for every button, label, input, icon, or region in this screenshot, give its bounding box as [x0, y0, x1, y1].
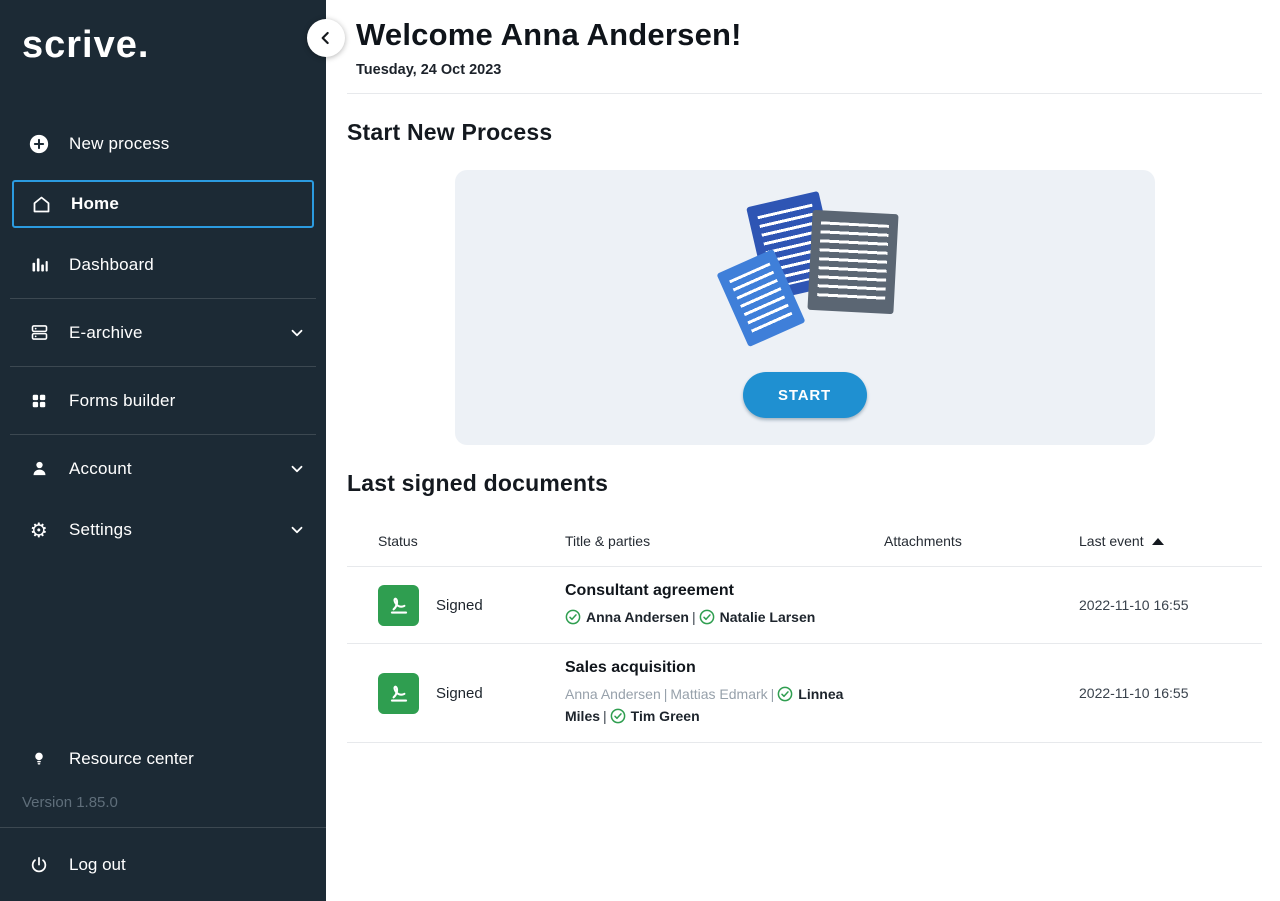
- status-cell: Signed: [378, 673, 565, 714]
- lightbulb-icon: [28, 748, 50, 770]
- last-signed-section: Last signed documents Status Title & par…: [347, 470, 1262, 743]
- column-header-last-event[interactable]: Last event: [1079, 533, 1262, 549]
- chevron-down-icon: [288, 521, 306, 539]
- sidebar-divider: [10, 298, 316, 299]
- version-label: Version 1.85.0: [0, 782, 326, 827]
- document-title: Consultant agreement: [565, 582, 884, 600]
- signed-signature-icon: [378, 585, 419, 626]
- chevron-left-icon: [316, 28, 336, 48]
- sort-ascending-icon: [1152, 538, 1164, 545]
- page-title: Welcome Anna Andersen!: [356, 17, 1262, 53]
- party-separator: |: [692, 609, 696, 625]
- sidebar-item-new-process[interactable]: New process: [0, 113, 326, 174]
- sidebar: scrive. New process Home Dashboard E: [0, 0, 326, 901]
- check-circle-icon: [777, 686, 793, 702]
- sidebar-item-dashboard[interactable]: Dashboard: [0, 234, 326, 295]
- documents-illustration: [710, 192, 900, 352]
- status-label: Signed: [436, 597, 483, 614]
- home-icon: [30, 193, 52, 215]
- title-parties-cell: Consultant agreement Anna Andersen|Natal…: [565, 582, 884, 628]
- table-row[interactable]: Signed Consultant agreement Anna Anderse…: [347, 567, 1262, 644]
- document-parties: Anna Andersen|Mattias Edmark|Linnea Mile…: [565, 683, 884, 727]
- last-event-cell: 2022-11-10 16:55: [1079, 597, 1262, 613]
- status-cell: Signed: [378, 585, 565, 626]
- power-icon: [28, 854, 50, 876]
- documents-table: Status Title & parties Attachments Last …: [347, 519, 1262, 743]
- party-unsigned: Mattias Edmark: [670, 686, 767, 702]
- check-circle-icon: [699, 609, 715, 625]
- party-separator: |: [603, 708, 607, 724]
- logout-label: Log out: [69, 855, 126, 875]
- sidebar-divider: [10, 434, 316, 435]
- logout-button[interactable]: Log out: [0, 827, 326, 901]
- plus-circle-icon: [28, 133, 50, 155]
- start-process-panel: START: [455, 170, 1155, 445]
- sidebar-item-label: Settings: [69, 520, 132, 540]
- grid-icon: [28, 390, 50, 412]
- person-icon: [28, 458, 50, 480]
- check-circle-icon: [610, 708, 626, 724]
- archive-icon: [28, 322, 50, 344]
- section-title-start: Start New Process: [347, 119, 1262, 146]
- resource-center-label: Resource center: [69, 749, 194, 769]
- chevron-down-icon: [288, 460, 306, 478]
- party-separator: |: [664, 686, 668, 702]
- sidebar-item-forms-builder[interactable]: Forms builder: [0, 370, 326, 431]
- party-signed: Natalie Larsen: [699, 609, 816, 625]
- bar-chart-icon: [28, 254, 50, 276]
- status-label: Signed: [436, 685, 483, 702]
- start-button[interactable]: START: [743, 372, 867, 418]
- column-header-attachments: Attachments: [884, 533, 1079, 549]
- sidebar-bottom: Resource center Version 1.85.0 Log out: [0, 736, 326, 901]
- sidebar-item-account[interactable]: Account: [0, 438, 326, 499]
- sidebar-item-home[interactable]: Home: [12, 180, 314, 228]
- resource-center-link[interactable]: Resource center: [0, 736, 326, 782]
- sidebar-item-label: Forms builder: [69, 391, 176, 411]
- gear-icon: ⚙: [28, 519, 50, 541]
- sidebar-item-label: E-archive: [69, 323, 143, 343]
- column-header-status: Status: [378, 533, 565, 549]
- sidebar-item-label: Dashboard: [69, 255, 154, 275]
- sidebar-divider: [10, 366, 316, 367]
- sidebar-item-label: Account: [69, 459, 132, 479]
- party-unsigned: Anna Andersen: [565, 686, 661, 702]
- title-parties-cell: Sales acquisition Anna Andersen|Mattias …: [565, 659, 884, 727]
- start-process-section: Start New Process START: [347, 119, 1262, 445]
- main-content: Welcome Anna Andersen! Tuesday, 24 Oct 2…: [326, 0, 1280, 901]
- sidebar-nav: New process Home Dashboard E-archive: [0, 113, 326, 560]
- party-signed: Tim Green: [610, 708, 700, 724]
- current-date: Tuesday, 24 Oct 2023: [356, 62, 1262, 78]
- last-event-cell: 2022-11-10 16:55: [1079, 685, 1262, 701]
- sidebar-item-label: New process: [69, 134, 169, 154]
- column-header-last-event-label: Last event: [1079, 533, 1144, 549]
- column-header-title-parties: Title & parties: [565, 533, 884, 549]
- chevron-down-icon: [288, 324, 306, 342]
- header-divider: [347, 93, 1262, 94]
- check-circle-icon: [565, 609, 581, 625]
- sidebar-item-label: Home: [71, 194, 119, 214]
- document-parties: Anna Andersen|Natalie Larsen: [565, 606, 884, 628]
- section-title-last-signed: Last signed documents: [347, 470, 1262, 497]
- party-separator: |: [771, 686, 775, 702]
- signed-signature-icon: [378, 673, 419, 714]
- scrive-logo: scrive.: [0, 0, 326, 67]
- party-signed: Anna Andersen: [565, 609, 689, 625]
- document-graphic-gray: [807, 210, 898, 314]
- document-title: Sales acquisition: [565, 659, 884, 677]
- sidebar-item-settings[interactable]: ⚙ Settings: [0, 499, 326, 560]
- table-header-row: Status Title & parties Attachments Last …: [347, 519, 1262, 567]
- collapse-sidebar-button[interactable]: [307, 19, 345, 57]
- table-row[interactable]: Signed Sales acquisition Anna Andersen|M…: [347, 644, 1262, 743]
- sidebar-item-e-archive[interactable]: E-archive: [0, 302, 326, 363]
- page-header: Welcome Anna Andersen! Tuesday, 24 Oct 2…: [347, 0, 1262, 78]
